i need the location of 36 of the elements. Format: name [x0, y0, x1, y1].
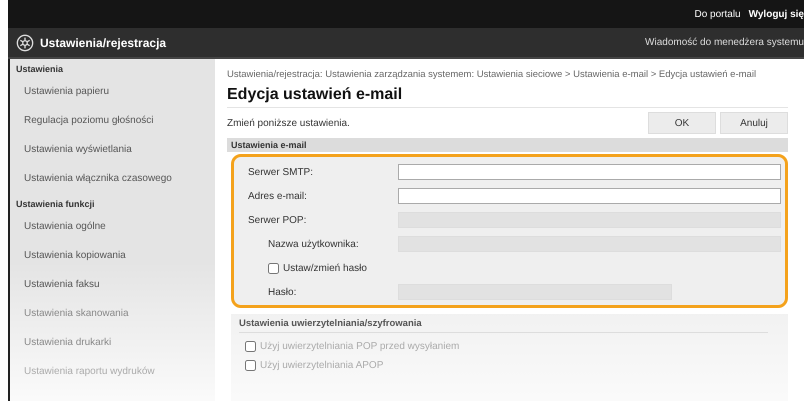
checkbox[interactable] [245, 360, 256, 371]
field-label: Hasło: [267, 286, 298, 298]
top-link[interactable]: Wyloguj się [748, 8, 804, 20]
field-label: Adres e-mail: [248, 190, 308, 202]
sidebar-item[interactable]: Ustawienia papieru [10, 78, 215, 107]
sidebar-heading: Ustawienia funkcji [15, 198, 96, 211]
sidebar-item[interactable]: Ustawienia kopiowania [10, 242, 215, 271]
sidebar-heading: Ustawienia [15, 63, 64, 76]
checkbox-label: Użyj uwierzytelniania POP przed wysyłaniem [260, 341, 460, 352]
sidebar-item[interactable]: Ustawienia ogólne [10, 213, 215, 242]
page-title: Edycja ustawień e-mail [227, 86, 788, 108]
sidebar-item[interactable]: Ustawienia wyświetlania [10, 136, 215, 165]
action-button[interactable]: OK [648, 112, 716, 134]
breadcrumb: Ustawienia/rejestracja: Ustawienia zarządzania systemem: Ustawienia sieciowe > Ustawienia e-mail > Edycja ustawień e-mail [227, 69, 758, 80]
section-header: Ustawienia uwierzytelniania/szyfrowania [239, 318, 768, 333]
checkbox-label: Użyj uwierzytelniania APOP [260, 360, 384, 371]
page-header-title: Ustawienia/rejestracja [40, 36, 166, 50]
settings-icon [16, 34, 34, 52]
section-header: Ustawienia e-mail [227, 138, 788, 152]
checkbox[interactable] [245, 341, 256, 352]
sidebar-item[interactable]: Ustawienia skanowania [10, 300, 215, 329]
input-field[interactable] [398, 188, 781, 204]
field-label: Serwer POP: [248, 214, 308, 226]
sidebar-item[interactable]: Regulacja poziomu głośności [10, 107, 215, 136]
sidebar-item[interactable]: Ustawienia włącznika czasowego [10, 165, 215, 194]
input-field[interactable] [398, 164, 781, 180]
sidebar-item[interactable]: Ustawienia faksu [10, 271, 215, 300]
message-link[interactable]: Wiadomość do menedżera systemu [645, 37, 804, 48]
field-label: Nazwa użytkownika: [267, 238, 360, 250]
sidebar-item[interactable]: Ustawienia drukarki [10, 329, 215, 358]
instruction-text: Zmień poniższe ustawienia. [227, 118, 350, 128]
action-button[interactable]: Anuluj [720, 112, 788, 134]
checkbox-label: Ustaw/zmień hasło [283, 262, 367, 274]
checkbox[interactable] [268, 262, 279, 274]
field-label: Serwer SMTP: [248, 166, 314, 178]
top-link[interactable]: Do portalu [694, 8, 741, 20]
